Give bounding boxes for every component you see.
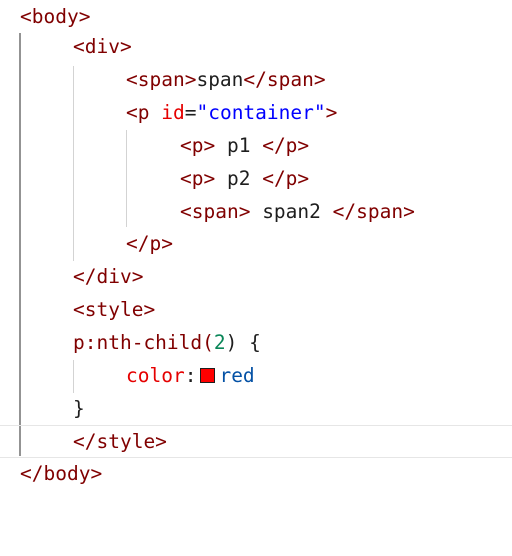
id-value: "container"	[196, 101, 326, 124]
p1-element: <p> p1 </p>	[180, 129, 309, 162]
css-declaration: color: red	[126, 359, 255, 392]
style-close-tag: </style>	[73, 430, 167, 453]
p1-close-tag: </p>	[262, 134, 310, 157]
css-property: color	[126, 364, 185, 387]
style-open-tag: <style>	[73, 298, 156, 321]
code-line[interactable]: </div>	[0, 260, 512, 293]
p-tag-end: >	[325, 101, 338, 124]
code-line[interactable]: <p> p1 </p>	[0, 129, 512, 162]
code-line[interactable]: <span> span2 </span>	[0, 195, 512, 228]
span-close-tag: </span>	[243, 68, 326, 91]
span-element: <span>span</span>	[126, 63, 326, 96]
code-line[interactable]: }	[0, 392, 512, 425]
selector-open-brace: ) {	[225, 331, 261, 354]
span-text: span	[196, 68, 244, 91]
code-line[interactable]: color: red	[0, 359, 512, 392]
body-close-tag: </body>	[20, 462, 103, 485]
p2-close-tag: </p>	[262, 167, 310, 190]
span2-text: span2	[250, 200, 333, 223]
div-open-tag: <div>	[73, 35, 132, 58]
css-selector: p:nth-child(2) {	[73, 326, 261, 359]
span2-element: <span> span2 </span>	[180, 195, 415, 228]
code-line[interactable]: <style>	[0, 293, 512, 326]
p2-element: <p> p2 </p>	[180, 162, 309, 195]
span2-close-tag: </span>	[332, 200, 415, 223]
css-colon: :	[184, 364, 197, 387]
code-line-current[interactable]: </style>	[0, 425, 512, 458]
p2-text: p2	[215, 167, 263, 190]
code-line[interactable]: </p>	[0, 227, 512, 260]
p1-text: p1	[215, 134, 263, 157]
p-close-tag: </p>	[126, 232, 173, 255]
div-close-tag: </div>	[73, 265, 144, 288]
nth-child-number: 2	[213, 331, 226, 354]
close-brace: }	[73, 397, 85, 420]
p2-open-tag: <p>	[180, 167, 216, 190]
css-value: red	[219, 364, 255, 387]
code-editor[interactable]: <body> <div> <span>span</span> <p id="co…	[0, 0, 512, 500]
p-container-open-tag: <p id="container">	[126, 96, 337, 129]
selector-text: p:nth-child(	[73, 331, 214, 354]
code-line[interactable]: <p id="container">	[0, 96, 512, 129]
p1-open-tag: <p>	[180, 134, 216, 157]
color-swatch-icon[interactable]	[200, 368, 216, 383]
equals-sign: =	[184, 101, 197, 124]
span2-open-tag: <span>	[180, 200, 251, 223]
span-open-tag: <span>	[126, 68, 197, 91]
code-line[interactable]: <body>	[0, 0, 512, 33]
code-line[interactable]: p:nth-child(2) {	[0, 326, 512, 359]
code-line[interactable]: <p> p2 </p>	[0, 162, 512, 195]
code-line[interactable]: <span>span</span>	[0, 63, 512, 96]
body-open-tag: <body>	[20, 5, 91, 28]
id-attribute: id	[161, 101, 185, 124]
code-line[interactable]: </body>	[0, 457, 512, 490]
p-tag-start: <p	[126, 101, 162, 124]
code-line[interactable]: <div>	[0, 30, 512, 63]
